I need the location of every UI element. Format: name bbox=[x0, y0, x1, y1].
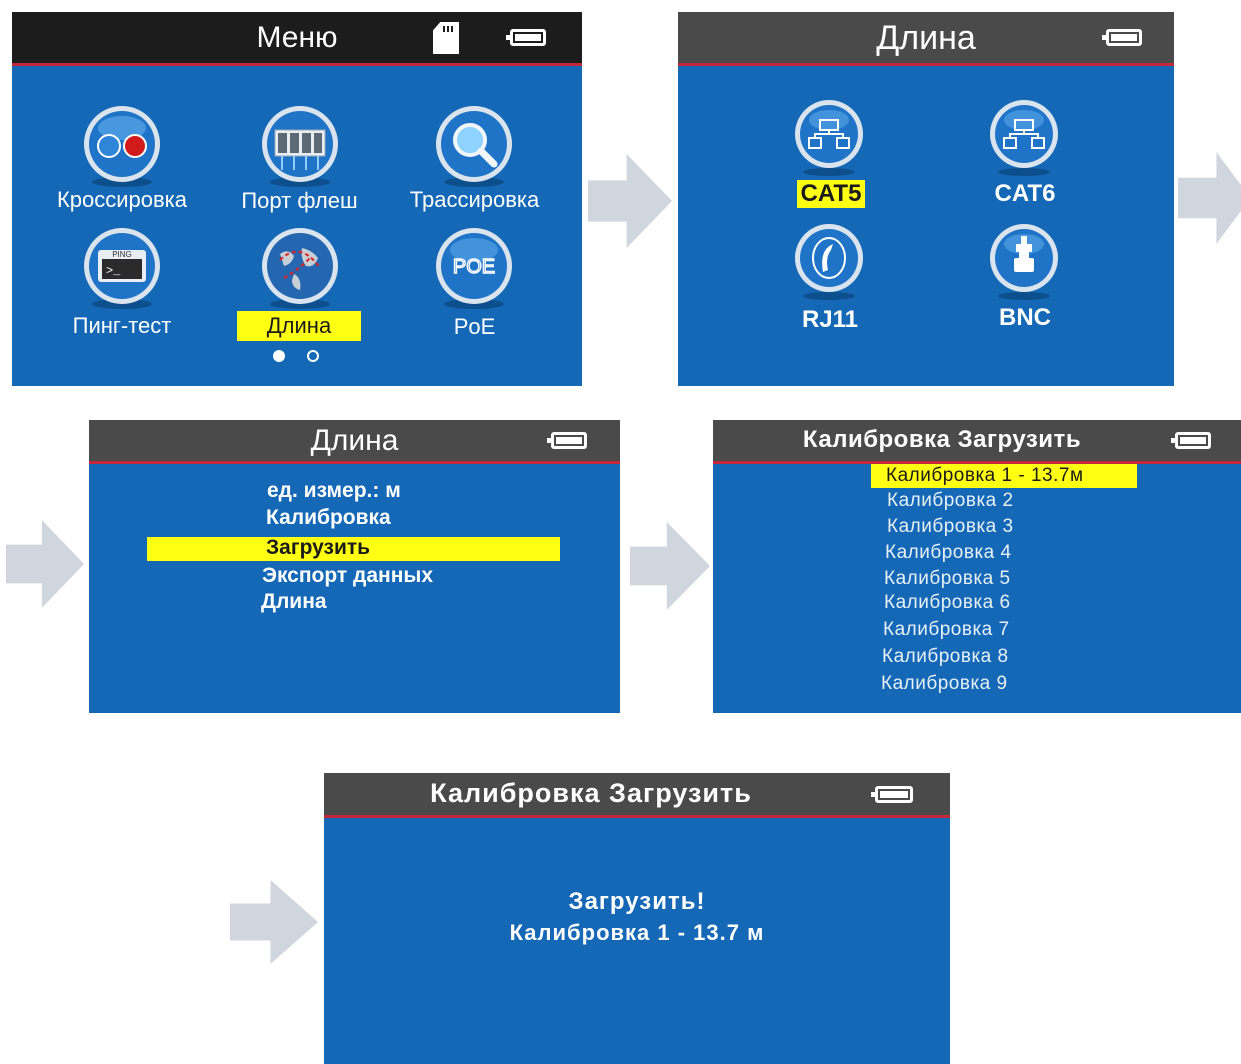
svg-text:PING: PING bbox=[112, 250, 132, 259]
tracing-magnifier-icon[interactable] bbox=[432, 104, 516, 188]
length-menu-screen: Длина ед. измер.: м Калибровка Загрузить… bbox=[89, 420, 620, 713]
calibration-item-8[interactable]: Калибровка 8 bbox=[882, 646, 1009, 668]
svg-text:>_: >_ bbox=[106, 264, 121, 278]
flow-arrow bbox=[230, 880, 318, 964]
page-dot-active[interactable] bbox=[273, 350, 285, 362]
flow-arrow bbox=[588, 154, 672, 248]
confirmation-title: Калибровка Загрузить bbox=[430, 778, 752, 808]
load-confirmation-screen: Калибровка Загрузить Загрузить! Калибров… bbox=[324, 773, 950, 1064]
battery-icon bbox=[1171, 432, 1211, 449]
port-flash-icon[interactable] bbox=[258, 104, 342, 188]
rj45-icon[interactable] bbox=[793, 98, 865, 178]
confirmation-header: Калибровка Загрузить bbox=[324, 773, 950, 818]
phone-icon[interactable] bbox=[793, 222, 865, 302]
confirmation-message-line2: Калибровка 1 - 13.7 м bbox=[509, 920, 765, 945]
length-menu-load[interactable]: Загрузить bbox=[266, 536, 370, 560]
menu-item-ping-label[interactable]: Пинг-тест bbox=[37, 313, 207, 339]
cable-cat5-label[interactable]: CAT5 bbox=[797, 180, 865, 208]
calibration-list-screen: Калибровка Загрузить Калибровка 1 - 13.7… bbox=[713, 420, 1241, 713]
flow-arrow bbox=[1178, 152, 1241, 244]
cable-type-screen: Длина CAT5 CAT6 RJ11 BNC bbox=[678, 12, 1174, 386]
rj45-icon[interactable] bbox=[988, 98, 1060, 178]
cable-type-title: Длина bbox=[876, 19, 976, 57]
calibration-item-7[interactable]: Калибровка 7 bbox=[883, 619, 1010, 641]
poe-icon-text: POE bbox=[453, 256, 495, 278]
page-dot-inactive[interactable] bbox=[307, 350, 319, 362]
battery-icon bbox=[871, 786, 913, 803]
ping-terminal-icon[interactable]: PING >_ bbox=[80, 226, 164, 310]
calibration-item-6[interactable]: Калибровка 6 bbox=[884, 592, 1011, 614]
battery-icon bbox=[506, 29, 546, 46]
cable-cat6-label[interactable]: CAT6 bbox=[983, 180, 1067, 208]
flow-arrow bbox=[6, 520, 84, 608]
cable-type-header: Длина bbox=[678, 12, 1174, 66]
battery-icon bbox=[547, 432, 587, 449]
calibration-item-5[interactable]: Калибровка 5 bbox=[884, 568, 1011, 590]
calibration-item-1[interactable]: Калибровка 1 - 13.7м bbox=[886, 465, 1084, 487]
wiremap-icon[interactable] bbox=[80, 104, 164, 188]
bnc-connector-icon[interactable] bbox=[988, 222, 1060, 302]
menu-screen: Меню Кроссировка Порт флеш Трассировка P… bbox=[12, 12, 582, 386]
sd-card-icon bbox=[433, 22, 459, 54]
length-menu-export[interactable]: Экспорт данных bbox=[262, 564, 433, 588]
length-menu-header: Длина bbox=[89, 420, 620, 464]
calibration-list-title: Калибровка Загрузить bbox=[802, 426, 1082, 453]
calibration-item-2[interactable]: Калибровка 2 bbox=[887, 490, 1014, 512]
menu-item-wiremap-label[interactable]: Кроссировка bbox=[37, 187, 207, 213]
length-menu-title: Длина bbox=[310, 424, 399, 457]
battery-icon bbox=[1102, 29, 1142, 46]
menu-item-length-label[interactable]: Длина bbox=[237, 311, 361, 341]
length-globe-icon[interactable] bbox=[258, 226, 342, 310]
cable-rj11-label[interactable]: RJ11 bbox=[788, 306, 872, 334]
cable-bnc-label[interactable]: BNC bbox=[983, 304, 1067, 332]
length-menu-calibration[interactable]: Калибровка bbox=[266, 506, 391, 530]
menu-header: Меню bbox=[12, 12, 582, 66]
calibration-item-4[interactable]: Калибровка 4 bbox=[885, 542, 1012, 564]
flow-arrow bbox=[630, 522, 710, 610]
confirmation-message-line1: Загрузить! bbox=[568, 888, 706, 915]
length-menu-length[interactable]: Длина bbox=[261, 590, 327, 614]
length-menu-units[interactable]: ед. измер.: м bbox=[267, 479, 401, 503]
menu-title: Меню bbox=[256, 21, 338, 54]
calibration-item-9[interactable]: Калибровка 9 bbox=[881, 673, 1008, 695]
menu-item-poe-label[interactable]: PoE bbox=[392, 314, 557, 340]
calibration-item-3[interactable]: Калибровка 3 bbox=[887, 516, 1014, 538]
menu-item-tracing-label[interactable]: Трассировка bbox=[392, 187, 557, 213]
calibration-list-header: Калибровка Загрузить bbox=[713, 420, 1241, 464]
poe-icon[interactable]: POE bbox=[432, 226, 516, 310]
menu-item-port-flash-label[interactable]: Порт флеш bbox=[217, 188, 382, 214]
